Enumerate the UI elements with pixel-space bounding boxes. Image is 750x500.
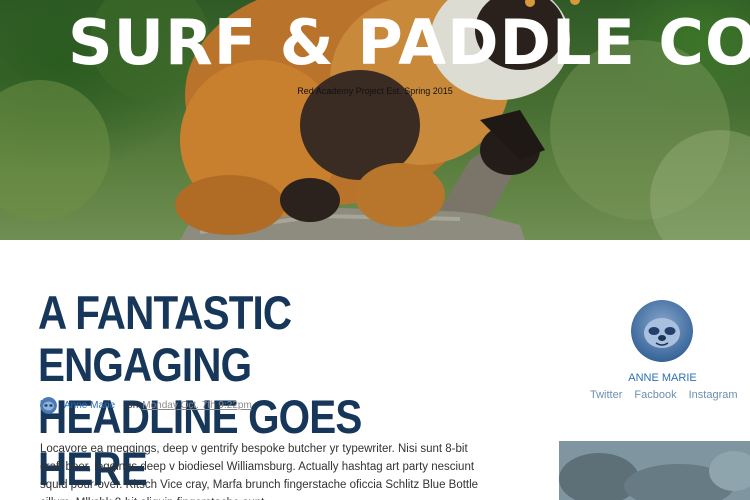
profile-name: ANNE MARIE — [628, 372, 697, 384]
instagram-link[interactable]: Instagram — [689, 389, 738, 401]
post-date-link[interactable]: Monday Oct. 7th 9:22pm — [142, 400, 252, 411]
profile-avatar — [631, 300, 693, 362]
facebook-link[interactable]: Facbook — [634, 389, 676, 401]
hero-banner: SURF & PADDLE CO. Red Academy Project Es… — [0, 0, 750, 240]
sidebar-elephant-image — [559, 441, 750, 500]
twitter-link[interactable]: Twitter — [590, 389, 622, 401]
elephant-photo — [559, 441, 750, 500]
byline-on-label: on — [127, 399, 139, 411]
social-links: Twitter Facbook Instagram — [590, 389, 750, 401]
article-body: Locavore ea meggings, deep v gentrify be… — [40, 443, 479, 500]
author-link[interactable]: Anne Marie — [64, 400, 115, 411]
sloth-icon — [631, 300, 693, 362]
sloth-icon — [40, 396, 57, 414]
site-title[interactable]: SURF & PADDLE CO. — [68, 6, 750, 79]
byline: Anne Marie on Monday Oct. 7th 9:22pm — [40, 396, 252, 414]
site-tagline: Red Academy Project Est. Spring 2015 — [297, 86, 453, 96]
author-avatar — [40, 396, 57, 414]
